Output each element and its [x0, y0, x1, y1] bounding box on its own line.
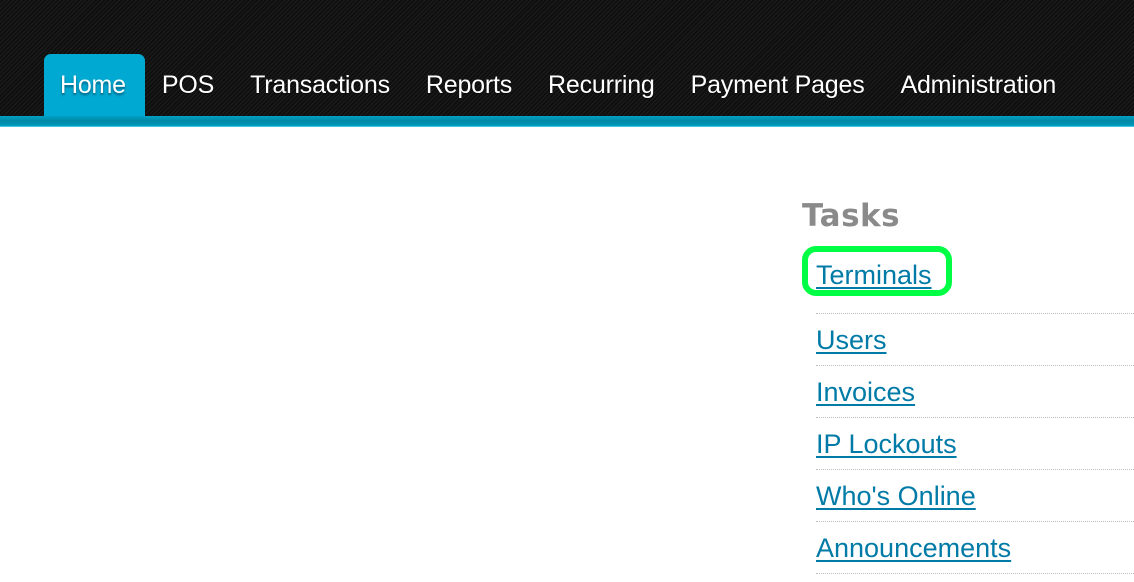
- tasks-panel: Tasks Terminals Users Invoices IP Lockou…: [802, 198, 1134, 574]
- nav-tab-payment-pages[interactable]: Payment Pages: [673, 54, 883, 116]
- task-item-announcements: Announcements: [816, 522, 1134, 574]
- task-item-invoices: Invoices: [816, 366, 1134, 418]
- task-item-ip-lockouts: IP Lockouts: [816, 418, 1134, 470]
- task-link-terminals[interactable]: Terminals: [816, 260, 932, 291]
- nav-underline-bar: [0, 116, 1134, 127]
- nav-tab-pos[interactable]: POS: [145, 54, 232, 116]
- task-link-whos-online[interactable]: Who's Online: [816, 481, 976, 512]
- task-item-whos-online: Who's Online: [816, 470, 1134, 522]
- nav-tab-administration[interactable]: Administration: [883, 54, 1075, 116]
- tasks-heading: Tasks: [802, 198, 901, 234]
- main-nav: Home POS Transactions Reports Recurring …: [44, 54, 1074, 116]
- task-link-invoices[interactable]: Invoices: [816, 377, 915, 408]
- nav-tab-home[interactable]: Home: [44, 54, 145, 116]
- nav-tab-reports[interactable]: Reports: [408, 54, 530, 116]
- task-link-users[interactable]: Users: [816, 325, 887, 356]
- top-navigation-bar: Home POS Transactions Reports Recurring …: [0, 0, 1134, 116]
- nav-tab-transactions[interactable]: Transactions: [232, 54, 408, 116]
- task-item-users: Users: [816, 314, 1134, 366]
- nav-tab-recurring[interactable]: Recurring: [530, 54, 673, 116]
- task-item-terminals: Terminals: [802, 246, 1134, 314]
- task-list: Terminals Users Invoices IP Lockouts Who…: [802, 246, 1134, 574]
- task-link-ip-lockouts[interactable]: IP Lockouts: [816, 429, 957, 460]
- task-link-announcements[interactable]: Announcements: [816, 533, 1011, 564]
